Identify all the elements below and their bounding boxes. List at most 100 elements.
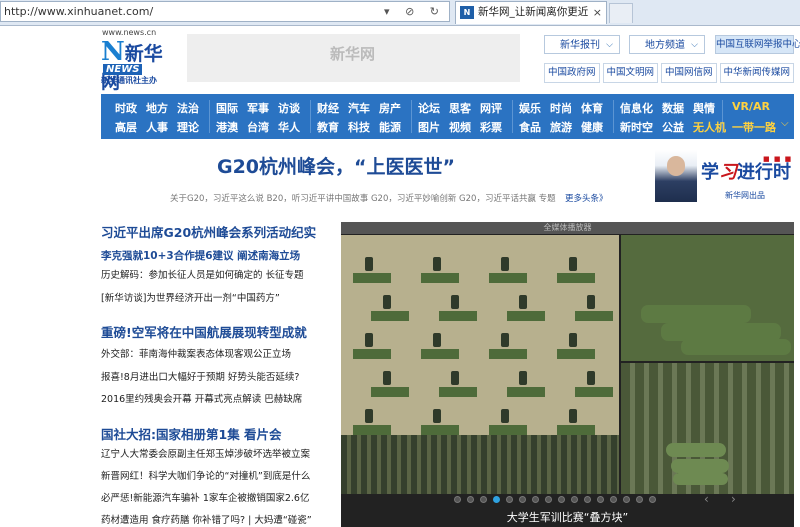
nav-item[interactable]: 新时空 [620,119,653,135]
gallery-dot[interactable] [649,496,656,503]
nav-item[interactable]: VR/AR [732,100,770,113]
gallery-dot[interactable] [493,496,500,503]
gallery-photo-bottom-right[interactable] [621,363,794,494]
gallery-dot[interactable] [610,496,617,503]
related-link-row[interactable]: 关于G20，习近平这么说 B20，听习近平讲中国故事 G20，习近平妙喻创新 G… [170,192,556,204]
nav-item[interactable]: 彩票 [480,119,502,135]
gallery-dot[interactable] [467,496,474,503]
news-item[interactable]: 国社大招:国家相册第1集 看片会 [101,424,282,443]
site-link[interactable]: 中国文明网 [602,63,659,83]
nav-item[interactable]: 财经 [317,100,339,116]
ad-banner[interactable]: 新华网 [187,34,520,82]
nav-item[interactable]: 数据 [662,100,684,116]
nav-item[interactable]: 健康 [581,119,603,135]
news-item[interactable]: 外交部：菲南海仲裁案表态体现客观公正立场 [101,346,291,360]
report-center-link[interactable]: 中国互联网举报中心 [715,35,800,54]
news-item[interactable]: 新晋网红！科学大咖们争论的“对撞机”到底是什么 [101,468,310,482]
more-headlines-link[interactable]: 更多头条》 [565,192,608,204]
nav-item[interactable]: 旅游 [550,119,572,135]
nav-item[interactable]: 科技 [348,119,370,135]
nav-item[interactable]: 高层 [115,119,137,135]
news-item[interactable]: 习近平出席G20杭州峰会系列活动纪实 [101,222,316,241]
nav-item[interactable]: 体育 [581,100,603,116]
study-promo[interactable]: 学习进行时 ■ ■ ■ 新华网出品 [655,150,795,202]
browser-toolbar: http://www.xinhuanet.com/ ▾ ⊘ ↻ N 新华网_让新… [0,0,800,26]
nav-item[interactable]: 房产 [379,100,401,116]
gallery-dot[interactable] [506,496,513,503]
gallery-dot[interactable] [519,496,526,503]
gallery-dot[interactable] [454,496,461,503]
nav-item[interactable]: 信息化 [620,100,653,116]
tab-close-icon[interactable]: × [593,2,602,23]
nav-item[interactable]: 华人 [278,119,300,135]
gallery-caption[interactable]: 大学生军训比赛“叠方块” [341,509,794,525]
gallery-next-icon[interactable]: › [731,492,736,506]
news-item[interactable]: 必严惩!新能源汽车骗补 1家车企被撤销国家2.6亿 [101,490,309,504]
nav-item[interactable]: 人事 [146,119,168,135]
gallery-photo-top-right[interactable] [621,235,794,361]
gallery-dot[interactable] [532,496,539,503]
local-channel-dropdown[interactable]: 地方频道 ⌵ [629,35,705,54]
address-bar-icons[interactable]: ▾ ⊘ ↻ [384,2,445,21]
nav-more-chevron-icon[interactable]: ⌵ [781,118,789,129]
gallery-dot[interactable] [480,496,487,503]
nav-item[interactable]: 能源 [379,119,401,135]
nav-item[interactable]: 网评 [480,100,502,116]
nav-item[interactable]: 一带一路 [732,119,776,135]
site-link[interactable]: 中国政府网 [544,63,600,83]
photo-gallery[interactable]: 全媒体播放器 ‹ › 大学生军训比赛“叠方块” [341,222,794,527]
nav-item[interactable]: 娱乐 [519,100,541,116]
gallery-prev-icon[interactable]: ‹ [704,492,709,506]
nav-item[interactable]: 汽车 [348,100,370,116]
address-url[interactable]: http://www.xinhuanet.com/ [4,5,153,18]
browser-tab-active[interactable]: N 新华网_让新闻离你更近 × [455,1,607,24]
site-link[interactable]: 中国网信网 [661,63,717,83]
gallery-dot[interactable] [597,496,604,503]
news-item[interactable]: 重磅!空军将在中国航展展现转型成就 [101,322,307,341]
gallery-dot[interactable] [636,496,643,503]
leader-photo [655,150,697,202]
chevron-down-icon: ⌵ [691,40,698,50]
news-item[interactable]: 历史解码：参加长征人员是如何确定的 长征专题 [101,267,304,281]
gallery-dot[interactable] [623,496,630,503]
nav-item[interactable]: 地方 [146,100,168,116]
nav-item[interactable]: 图片 [418,119,440,135]
nav-item[interactable]: 时尚 [550,100,572,116]
gallery-dot[interactable] [584,496,591,503]
nav-item[interactable]: 舆情 [693,100,715,116]
nav-item[interactable]: 无人机 [693,119,726,135]
news-item[interactable]: 报喜!8月进出口大幅好于预期 好势头能否延续? [101,369,299,383]
nav-item[interactable]: 理论 [177,119,199,135]
nav-item[interactable]: 思客 [449,100,471,116]
news-item[interactable]: 辽宁人大常委会原副主任郑玉焯涉破坏选举被立案 [101,446,310,460]
nav-item[interactable]: 台湾 [247,119,269,135]
nav-item[interactable]: 访谈 [278,100,300,116]
site-link[interactable]: 中华新闻传媒网 [719,63,795,83]
gallery-photo-main[interactable] [341,235,619,494]
nav-item[interactable]: 国际 [216,100,238,116]
address-bar[interactable]: http://www.xinhuanet.com/ ▾ ⊘ ↻ [0,1,450,22]
gallery-dot[interactable] [558,496,565,503]
nav-item[interactable]: 军事 [247,100,269,116]
gallery-dot[interactable] [545,496,552,503]
news-item[interactable]: 药材遭造用 食疗药膳 你补错了吗? | 大妈遭“碰瓷” [101,512,312,526]
site-logo[interactable]: www.news.cn N新华网 NEWS 新华通讯社主办 [101,28,176,93]
nav-item[interactable]: 食品 [519,119,541,135]
nav-item[interactable]: 教育 [317,119,339,135]
top-headline[interactable]: G20杭州峰会，“上医医世” [101,152,571,179]
news-item[interactable]: 2016里约残奥会开幕 开幕式亮点解读 巴赫缺席 [101,391,302,405]
tab-title: 新华网_让新闻离你更近 [478,6,589,18]
dropdown-label: 地方频道 [645,40,685,51]
newspaper-dropdown[interactable]: 新华报刊 ⌵ [544,35,620,54]
nav-item[interactable]: 论坛 [418,100,440,116]
nav-item[interactable]: 法治 [177,100,199,116]
nav-separator [209,100,210,133]
news-item[interactable]: [新华访谈]为世界经济开出一剂“中国药方” [101,290,280,304]
nav-item[interactable]: 时政 [115,100,137,116]
new-tab-button[interactable] [609,3,633,23]
nav-item[interactable]: 港澳 [216,119,238,135]
gallery-dot[interactable] [571,496,578,503]
nav-item[interactable]: 视频 [449,119,471,135]
nav-item[interactable]: 公益 [662,119,684,135]
news-item[interactable]: 李克强就10+3合作提6建议 阐述南海立场 [101,248,300,263]
